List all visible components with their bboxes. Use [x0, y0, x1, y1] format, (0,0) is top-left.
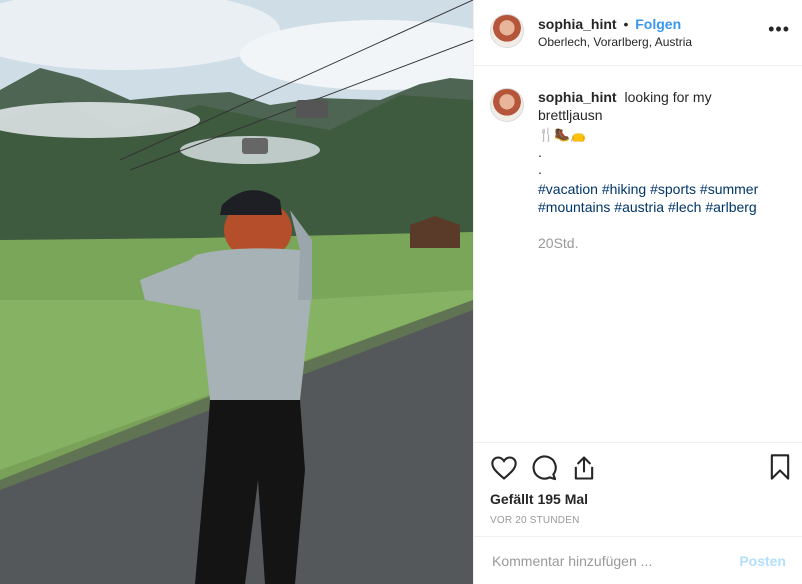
author-username[interactable]: sophia_hint [538, 16, 617, 32]
hashtag-link[interactable]: #sports [650, 181, 696, 197]
post-actions: Gefällt 195 Mal VOR 20 STUNDEN [474, 442, 802, 536]
caption-body: sophia_hint looking for my brettljausn 🍴… [538, 88, 778, 252]
hashtag-link[interactable]: #arlberg [705, 199, 756, 215]
caption-comment: sophia_hint looking for my brettljausn 🍴… [490, 88, 786, 252]
hashtag-link[interactable]: #hiking [602, 181, 646, 197]
hashtag-link[interactable]: #vacation [538, 181, 598, 197]
separator-dot: • [623, 16, 629, 32]
caption-emojis: 🍴🥾👝 [538, 127, 587, 142]
caption-author-avatar[interactable] [490, 88, 524, 122]
more-options-icon[interactable]: ••• [768, 20, 790, 38]
hashtag-list: #vacation #hiking #sports #summer #mount… [538, 180, 778, 216]
caption-dot-line-1: . [538, 144, 542, 160]
hashtag-link[interactable]: #mountains [538, 199, 610, 215]
header-top-line: sophia_hint • Folgen [538, 16, 692, 33]
post-header: sophia_hint • Folgen Oberlech, Vorarlber… [474, 0, 802, 66]
hashtag-link[interactable]: #austria [614, 199, 664, 215]
header-text: sophia_hint • Folgen Oberlech, Vorarlber… [538, 16, 692, 49]
posted-time: VOR 20 STUNDEN [490, 515, 580, 526]
share-icon[interactable] [570, 454, 598, 482]
post-location[interactable]: Oberlech, Vorarlberg, Austria [538, 35, 692, 49]
bookmark-icon[interactable] [766, 453, 794, 481]
caption-timestamp: 20Std. [538, 235, 579, 251]
action-icons [490, 453, 786, 483]
hashtag-link[interactable]: #summer [700, 181, 758, 197]
author-avatar[interactable] [490, 14, 524, 48]
hashtag-link[interactable]: #lech [668, 199, 701, 215]
follow-button[interactable]: Folgen [635, 16, 681, 32]
comments-section: sophia_hint looking for my brettljausn 🍴… [474, 66, 802, 442]
caption-dot-line-2: . [538, 161, 542, 177]
heart-icon[interactable] [490, 454, 518, 482]
post-comment-button[interactable]: Posten [739, 553, 786, 569]
instagram-post: sophia_hint • Folgen Oberlech, Vorarlber… [0, 0, 802, 584]
post-sidebar: sophia_hint • Folgen Oberlech, Vorarlber… [473, 0, 802, 584]
caption-username[interactable]: sophia_hint [538, 89, 617, 105]
comment-icon[interactable] [530, 454, 558, 482]
hiker-photo-illustration [0, 0, 473, 584]
add-comment-bar: Posten [474, 536, 802, 584]
comment-input[interactable] [490, 551, 714, 570]
post-photo[interactable] [0, 0, 473, 584]
likes-count[interactable]: Gefällt 195 Mal [490, 491, 786, 507]
